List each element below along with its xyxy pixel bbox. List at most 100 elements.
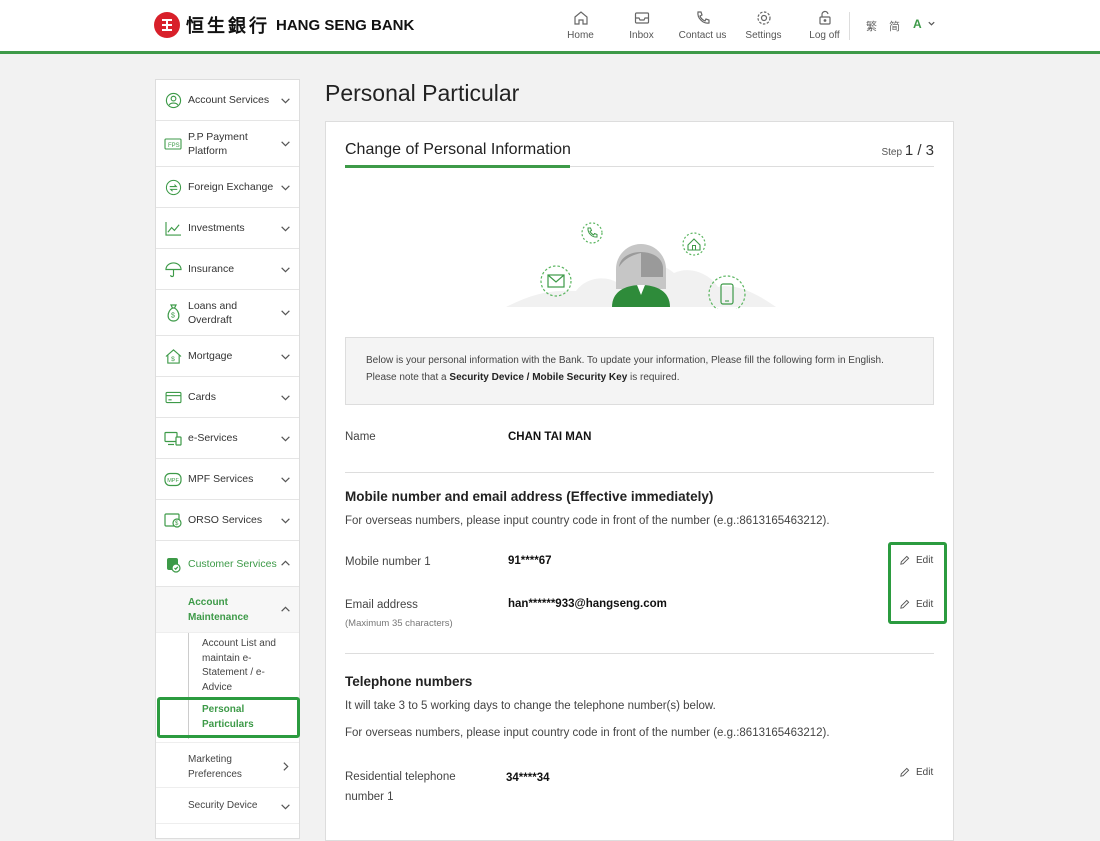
mpf-icon: MPF xyxy=(164,470,182,488)
notice-text: Please note that a xyxy=(366,372,450,383)
submenu-label: Account List and maintain e-Statement / … xyxy=(202,638,276,693)
email-label: Email address xyxy=(345,599,418,611)
money-bag-icon: $ xyxy=(164,303,182,322)
nav-inbox-label: Inbox xyxy=(629,30,654,41)
submenu-personal-particulars[interactable]: Personal Particulars xyxy=(156,703,299,733)
sidebar-item-orso-services[interactable]: $ ORSO Services xyxy=(156,500,299,541)
telephone-note-2: For overseas numbers, please input count… xyxy=(345,727,830,739)
nav-home[interactable]: Home xyxy=(550,10,611,41)
mobile-email-section-title: Mobile number and email address (Effecti… xyxy=(345,489,714,504)
edit-residential-phone-button[interactable]: Edit xyxy=(899,767,933,778)
submenu-account-maintenance[interactable]: Account Maintenance xyxy=(156,587,299,633)
residential-phone-value: 34****34 xyxy=(506,772,550,784)
lang-simplified-chinese[interactable]: 简 xyxy=(889,18,900,34)
font-size-toggle[interactable]: A xyxy=(913,17,936,31)
house-icon: $ xyxy=(164,347,182,365)
personal-info-card: Change of Personal Information Step 1 / … xyxy=(325,121,954,841)
submenu-account-list[interactable]: Account List and maintain e-Statement / … xyxy=(156,637,299,695)
sidebar-item-label: Investments xyxy=(188,222,245,234)
sidebar-item-investments[interactable]: Investments xyxy=(156,208,299,249)
lang-traditional-chinese[interactable]: 繁 xyxy=(866,18,877,34)
svg-text:$: $ xyxy=(171,356,175,363)
chevron-down-icon xyxy=(281,266,290,273)
sidebar-item-pp-payment[interactable]: FPS P.P Payment Platform xyxy=(156,121,299,167)
name-label: Name xyxy=(345,431,376,443)
home-icon xyxy=(682,232,706,256)
personal-info-illustration xyxy=(506,222,776,309)
divider xyxy=(345,472,934,473)
title-underline xyxy=(345,165,570,168)
sidebar-item-label: Mortgage xyxy=(188,350,233,362)
credit-card-icon xyxy=(164,388,182,406)
sidebar-item-foreign-exchange[interactable]: Foreign Exchange xyxy=(156,167,299,208)
notice-text: is required. xyxy=(627,372,680,383)
nav-settings[interactable]: Settings xyxy=(733,10,794,41)
edit-label: Edit xyxy=(916,555,934,566)
chevron-up-icon xyxy=(281,606,290,612)
edit-mobile-button[interactable]: Edit xyxy=(899,555,933,566)
chevron-up-icon xyxy=(281,560,290,566)
sidebar-item-label: P.P Payment Platform xyxy=(188,130,248,157)
sidebar-item-label: MPF Services xyxy=(188,473,254,485)
telephone-section-title: Telephone numbers xyxy=(345,674,473,689)
nav-contact-us[interactable]: Contact us xyxy=(672,10,733,41)
chevron-down-icon xyxy=(281,353,290,360)
submenu-label: Personal Particulars xyxy=(202,704,254,730)
nav-log-off[interactable]: Log off xyxy=(794,10,855,41)
notice-line-1: Below is your personal information with … xyxy=(366,355,884,366)
sidebar-item-e-services[interactable]: e-Services xyxy=(156,418,299,459)
submenu-marketing-preferences[interactable]: Marketing Preferences xyxy=(156,742,299,788)
sidebar-item-label: Insurance xyxy=(188,263,235,275)
umbrella-icon xyxy=(164,260,182,278)
top-navigation: Home Inbox Contact us Settings Log off xyxy=(550,10,855,41)
edit-email-button[interactable]: Edit xyxy=(899,599,933,610)
chevron-down-icon xyxy=(281,184,290,191)
mobile-number-label: Mobile number 1 xyxy=(345,556,431,568)
edit-label: Edit xyxy=(916,599,934,610)
chevron-right-icon xyxy=(283,762,289,771)
submenu-label: Security Device xyxy=(188,800,258,811)
orso-icon: $ xyxy=(164,511,182,529)
label-line: number 1 xyxy=(345,791,394,803)
notice-line-2: Please note that a Security Device / Mob… xyxy=(366,369,913,386)
top-bar: 恒生銀行 HANG SENG BANK Home Inbox Contact u… xyxy=(0,0,1100,54)
email-hint: (Maximum 35 characters) xyxy=(345,618,453,629)
sidebar-item-customer-services[interactable]: Customer Services xyxy=(156,541,299,587)
sidebar-item-account-services[interactable]: Account Services xyxy=(156,80,299,121)
submenu-security-device[interactable]: Security Device xyxy=(156,788,299,824)
chevron-down-icon xyxy=(281,517,290,524)
bank-logo[interactable]: 恒生銀行 HANG SENG BANK xyxy=(154,12,414,38)
chevron-down-icon xyxy=(281,435,290,442)
sidebar-item-insurance[interactable]: Insurance xyxy=(156,249,299,290)
sidebar-item-mpf-services[interactable]: MPF MPF Services xyxy=(156,459,299,500)
chevron-down-icon xyxy=(281,97,290,104)
pencil-icon xyxy=(900,767,910,777)
residential-phone-label: Residential telephone number 1 xyxy=(345,767,456,807)
page-title: Personal Particular xyxy=(325,80,520,106)
nav-logoff-label: Log off xyxy=(809,30,840,41)
svg-text:FPS: FPS xyxy=(168,143,180,149)
sidebar-item-label: Customer Services xyxy=(188,557,277,570)
divider xyxy=(345,653,934,654)
sidebar-item-label: ORSO Services xyxy=(188,514,263,526)
phone-icon xyxy=(581,222,603,244)
info-notice: Below is your personal information with … xyxy=(345,337,934,405)
sidebar-item-loans[interactable]: $ Loans and Overdraft xyxy=(156,290,299,336)
nav-settings-label: Settings xyxy=(745,30,782,41)
mobile-email-note: For overseas numbers, please input count… xyxy=(345,515,830,527)
devices-icon xyxy=(164,429,182,447)
exchange-icon xyxy=(164,178,182,196)
sidebar-item-mortgage[interactable]: $ Mortgage xyxy=(156,336,299,377)
sidebar-item-label: Cards xyxy=(188,391,217,403)
submenu-label: Marketing Preferences xyxy=(188,754,242,780)
name-value: CHAN TAI MAN xyxy=(508,431,592,443)
step-value: 1 / 3 xyxy=(904,142,934,159)
home-icon xyxy=(573,11,588,25)
user-icon xyxy=(164,91,182,109)
notice-emphasis: Security Device / Mobile Security Key xyxy=(449,372,628,383)
nav-inbox[interactable]: Inbox xyxy=(611,10,672,41)
step-indicator: Step 1 / 3 xyxy=(881,142,934,159)
chevron-down-icon xyxy=(281,476,290,483)
sidebar-item-cards[interactable]: Cards xyxy=(156,377,299,418)
logo-chinese-text: 恒生銀行 xyxy=(186,16,270,37)
